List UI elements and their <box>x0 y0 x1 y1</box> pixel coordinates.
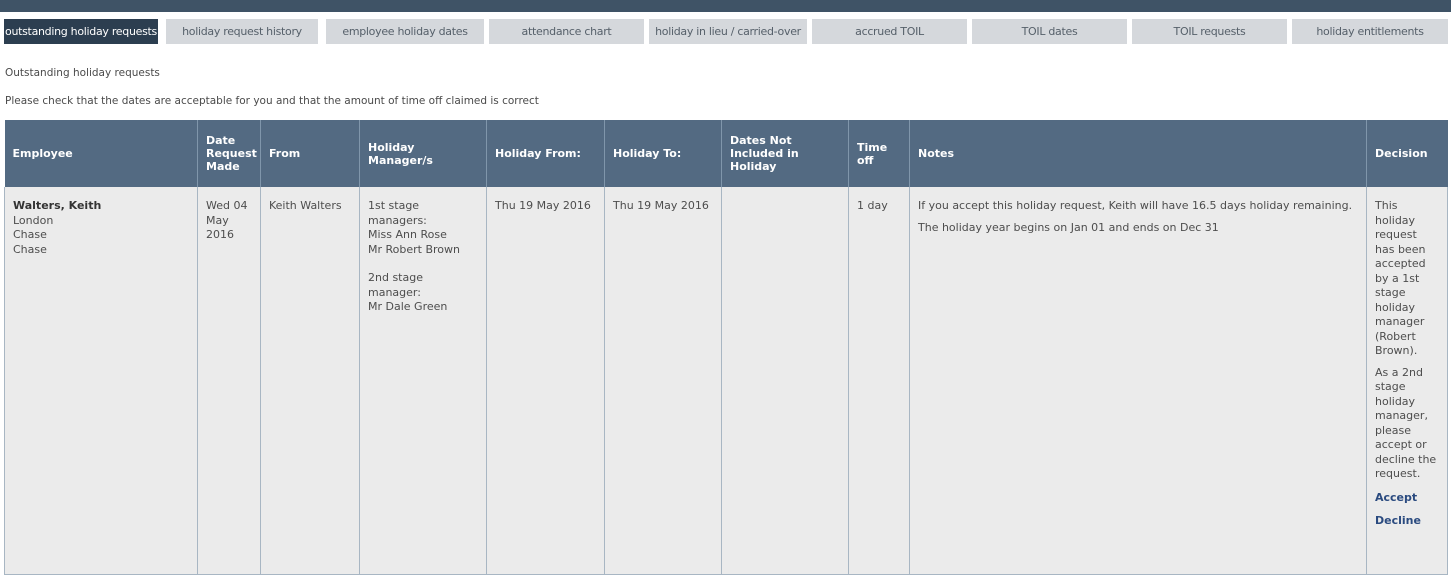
page-heading: Outstanding holiday requests <box>5 67 160 79</box>
col-header-from: From <box>260 120 360 187</box>
employee-team: Chase <box>13 242 47 256</box>
note-remaining-days: If you accept this holiday request, Keit… <box>918 199 1353 212</box>
second-stage-manager: Mr Dale Green <box>368 300 448 313</box>
first-stage-manager: Mr Robert Brown <box>368 242 460 256</box>
decision-status: This holiday request has been accepted b… <box>1375 199 1426 357</box>
cell-holiday-managers: 1st stage managers: Miss Ann Rose Mr Rob… <box>359 187 487 575</box>
tab-toil-requests[interactable]: TOIL requests <box>1132 19 1287 44</box>
instruction-text: Please check that the dates are acceptab… <box>5 95 539 107</box>
tab-accrued-toil[interactable]: accrued TOIL <box>812 19 967 44</box>
accept-link[interactable]: Accept <box>1375 491 1439 506</box>
employee-location: London <box>13 213 54 227</box>
cell-time-off: 1 day <box>848 187 910 575</box>
cell-employee: Walters, Keith London Chase Chase <box>4 187 198 575</box>
decline-link[interactable]: Decline <box>1375 514 1439 529</box>
first-stage-manager: Miss Ann Rose <box>368 228 447 241</box>
col-header-holiday-to: Holiday To: <box>604 120 722 187</box>
employee-department: Chase <box>13 228 47 241</box>
first-stage-label: 1st stage managers: <box>368 199 427 227</box>
tab-bar: outstanding holiday requests holiday req… <box>4 19 1448 44</box>
tab-holiday-request-history[interactable]: holiday request history <box>166 19 318 44</box>
top-banner <box>0 0 1451 12</box>
second-stage-label: 2nd stage manager: <box>368 271 423 299</box>
col-header-employee: Employee <box>4 120 198 187</box>
table-row: Walters, Keith London Chase Chase Wed 04… <box>4 187 1448 575</box>
col-header-holiday-managers: Holiday Manager/s <box>359 120 487 187</box>
col-header-dates-not-included: Dates Not Included in Holiday <box>721 120 849 187</box>
employee-name: Walters, Keith <box>13 199 102 212</box>
holiday-requests-table: Employee Date Request Made From Holiday … <box>4 120 1448 575</box>
note-holiday-year: The holiday year begins on Jan 01 and en… <box>918 220 1219 234</box>
tab-employee-holiday-dates[interactable]: employee holiday dates <box>326 19 484 44</box>
tab-toil-dates[interactable]: TOIL dates <box>972 19 1127 44</box>
tab-holiday-entitlements[interactable]: holiday entitlements <box>1292 19 1448 44</box>
col-header-holiday-from: Holiday From: <box>486 120 605 187</box>
tab-outstanding-holiday-requests[interactable]: outstanding holiday requests <box>4 19 158 44</box>
col-header-date-request-made: Date Request Made <box>197 120 261 187</box>
cell-date-request-made: Wed 04 May 2016 <box>197 187 261 575</box>
col-header-notes: Notes <box>909 120 1367 187</box>
table-header-row: Employee Date Request Made From Holiday … <box>4 120 1448 187</box>
tab-attendance-chart[interactable]: attendance chart <box>489 19 644 44</box>
cell-holiday-from: Thu 19 May 2016 <box>486 187 605 575</box>
col-header-time-off: Time off <box>848 120 910 187</box>
cell-decision: This holiday request has been accepted b… <box>1366 187 1448 575</box>
cell-from: Keith Walters <box>260 187 360 575</box>
cell-notes: If you accept this holiday request, Keit… <box>909 187 1367 575</box>
cell-holiday-to: Thu 19 May 2016 <box>604 187 722 575</box>
col-header-decision: Decision <box>1366 120 1448 187</box>
tab-holiday-in-lieu[interactable]: holiday in lieu / carried-over <box>649 19 807 44</box>
cell-dates-not-included <box>721 187 849 575</box>
decision-prompt: As a 2nd stage holiday manager, please a… <box>1375 365 1437 481</box>
